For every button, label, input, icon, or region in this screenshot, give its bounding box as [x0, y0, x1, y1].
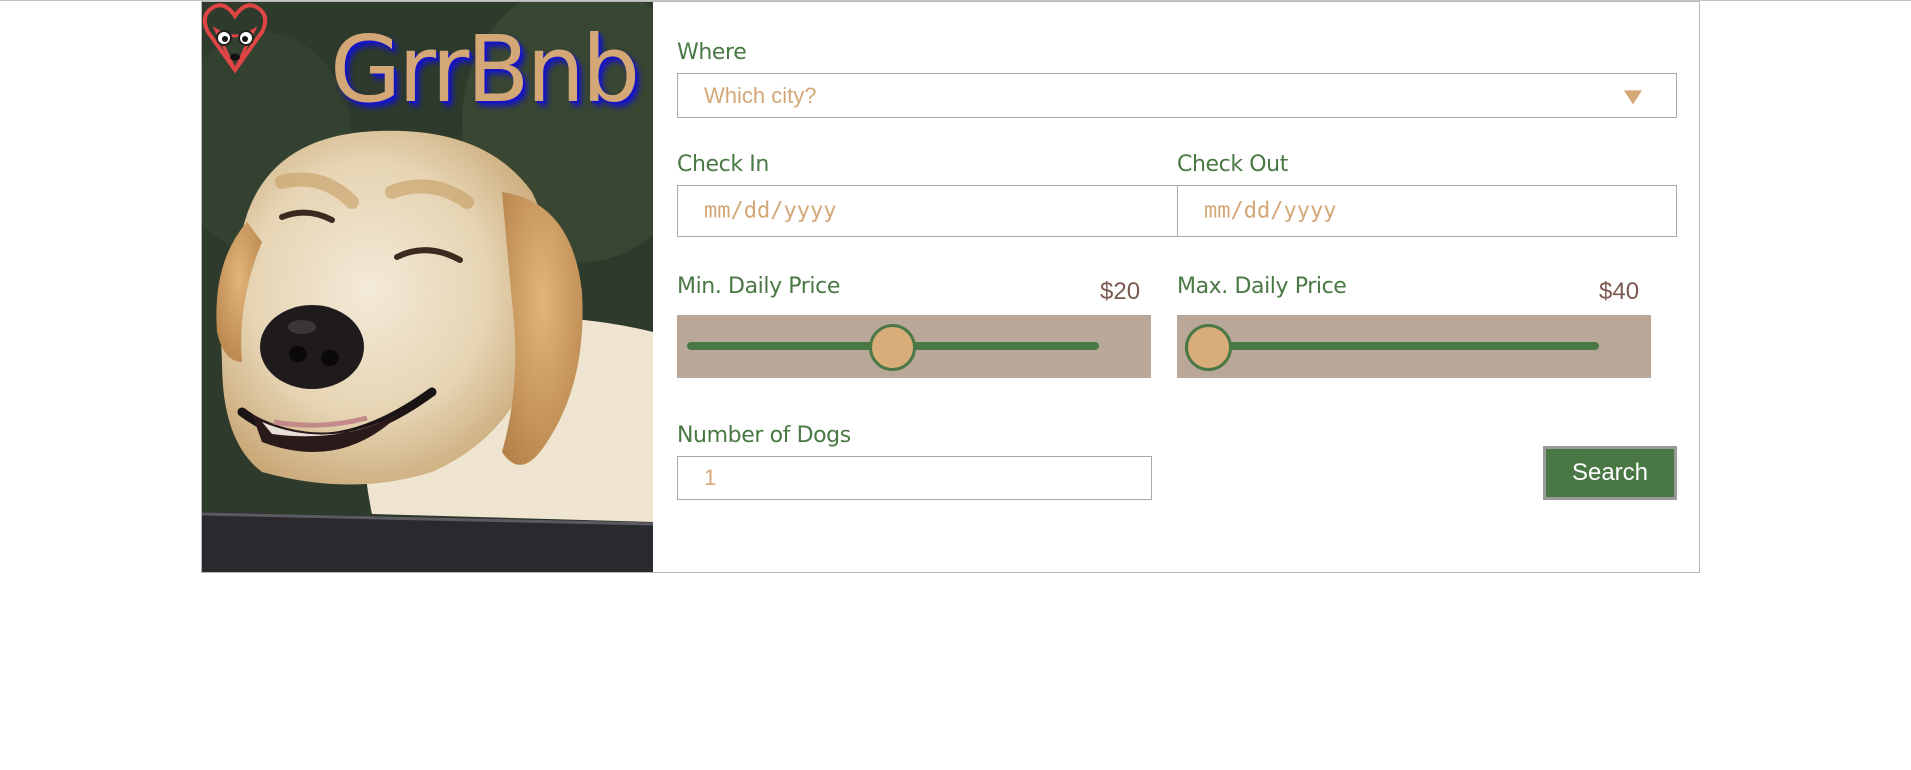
hero-dog-image: GrrBnb [202, 2, 653, 572]
search-card: GrrBnb Where Which city? Check In mm/dd/… [201, 1, 1700, 573]
brand-title: GrrBnb [330, 16, 640, 123]
max-price-slider[interactable] [1177, 315, 1651, 378]
min-price-label: Min. Daily Price [677, 274, 840, 299]
dogs-count-placeholder: 1 [704, 465, 717, 490]
max-price-slider-track[interactable] [1187, 342, 1599, 350]
city-select[interactable]: Which city? [677, 73, 1677, 118]
check-in-placeholder: mm/dd/yyyy [704, 198, 837, 224]
dogs-label: Number of Dogs [677, 423, 851, 448]
dog-heart-logo-icon [202, 3, 268, 74]
where-label: Where [677, 40, 747, 65]
min-price-slider[interactable] [677, 315, 1151, 378]
min-price-slider-thumb[interactable] [868, 324, 916, 371]
max-price-slider-thumb[interactable] [1185, 324, 1232, 371]
search-button[interactable]: Search [1543, 446, 1677, 500]
check-in-date-input[interactable]: mm/dd/yyyy [677, 185, 1178, 237]
city-select-placeholder: Which city? [704, 82, 817, 108]
max-price-label: Max. Daily Price [1177, 274, 1347, 299]
check-out-placeholder: mm/dd/yyyy [1204, 198, 1337, 224]
min-price-value: $20 [1100, 278, 1141, 305]
check-in-label: Check In [677, 152, 769, 177]
dogs-count-input[interactable]: 1 [677, 456, 1152, 500]
max-price-value: $40 [1599, 278, 1640, 305]
chevron-down-icon [1624, 89, 1642, 104]
check-out-label: Check Out [1177, 152, 1288, 177]
check-out-date-input[interactable]: mm/dd/yyyy [1177, 185, 1677, 237]
